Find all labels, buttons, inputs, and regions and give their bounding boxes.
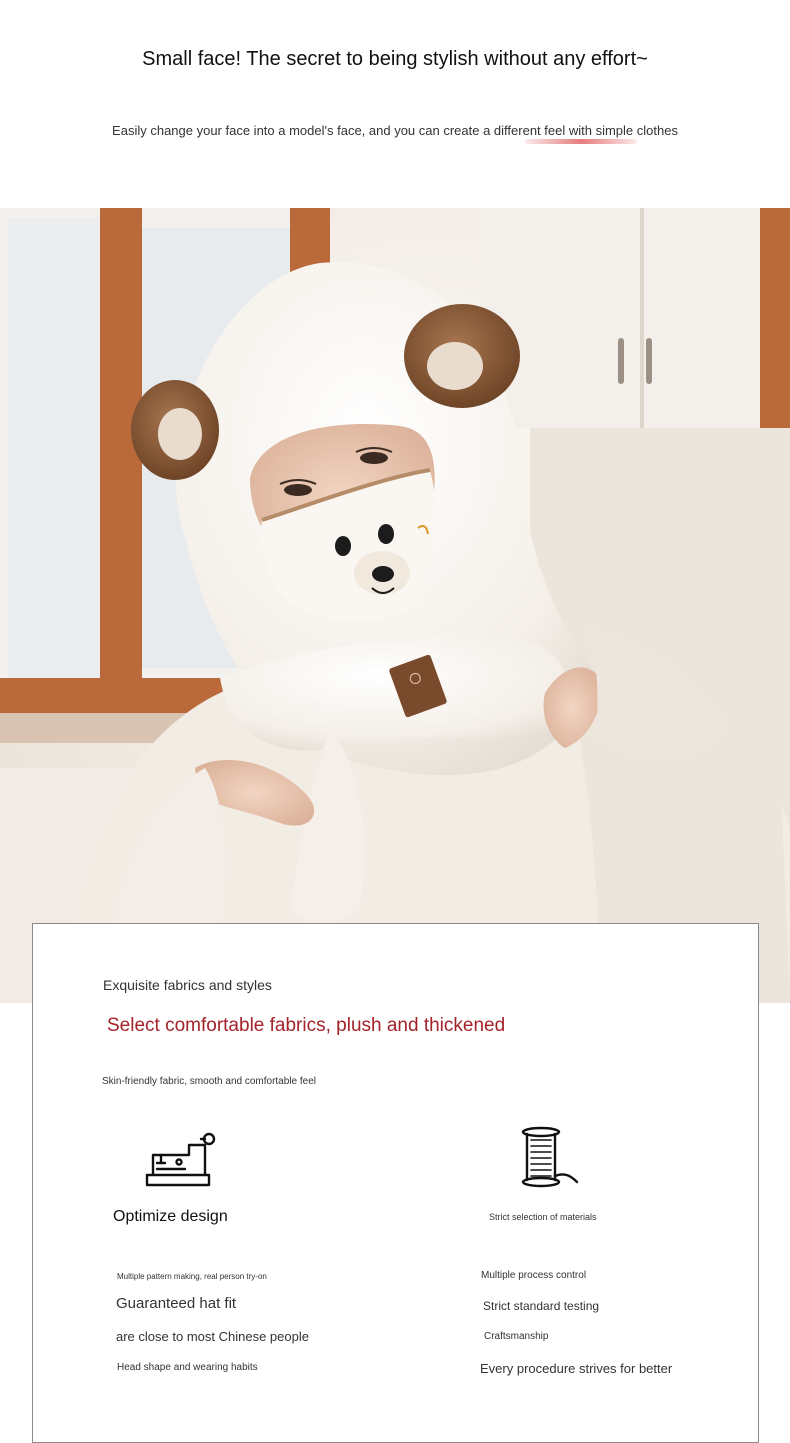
feature-note: Multiple process control — [481, 1270, 587, 1281]
highlight-underline — [525, 139, 637, 144]
feature-note: Multiple pattern making, real person try… — [117, 1272, 267, 1281]
feature-title-material-selection: Strict selection of materials — [489, 1212, 597, 1222]
thread-spool-icon — [511, 1124, 587, 1188]
card-eyebrow: Exquisite fabrics and styles — [103, 977, 272, 993]
feature-title-optimize-design: Optimize design — [113, 1208, 228, 1225]
product-photo-illustration — [0, 208, 790, 1003]
product-photo — [0, 208, 790, 1003]
feature-line: Every procedure strives for better — [480, 1361, 673, 1376]
card-title: Select comfortable fabrics, plush and th… — [107, 1015, 506, 1036]
feature-line: are close to most Chinese people — [116, 1329, 309, 1344]
subheadline: Easily change your face into a model's f… — [112, 123, 678, 138]
feature-note: Craftsmanship — [484, 1331, 549, 1342]
info-card: Exquisite fabrics and styles Select comf… — [32, 923, 759, 1443]
feature-line: Strict standard testing — [483, 1299, 600, 1313]
card-description: Skin-friendly fabric, smooth and comfort… — [102, 1076, 316, 1087]
headline: Small face! The secret to being stylish … — [142, 48, 648, 70]
feature-line: Guaranteed hat fit — [116, 1295, 237, 1312]
feature-note: Head shape and wearing habits — [117, 1362, 258, 1373]
sewing-machine-icon — [143, 1129, 219, 1193]
